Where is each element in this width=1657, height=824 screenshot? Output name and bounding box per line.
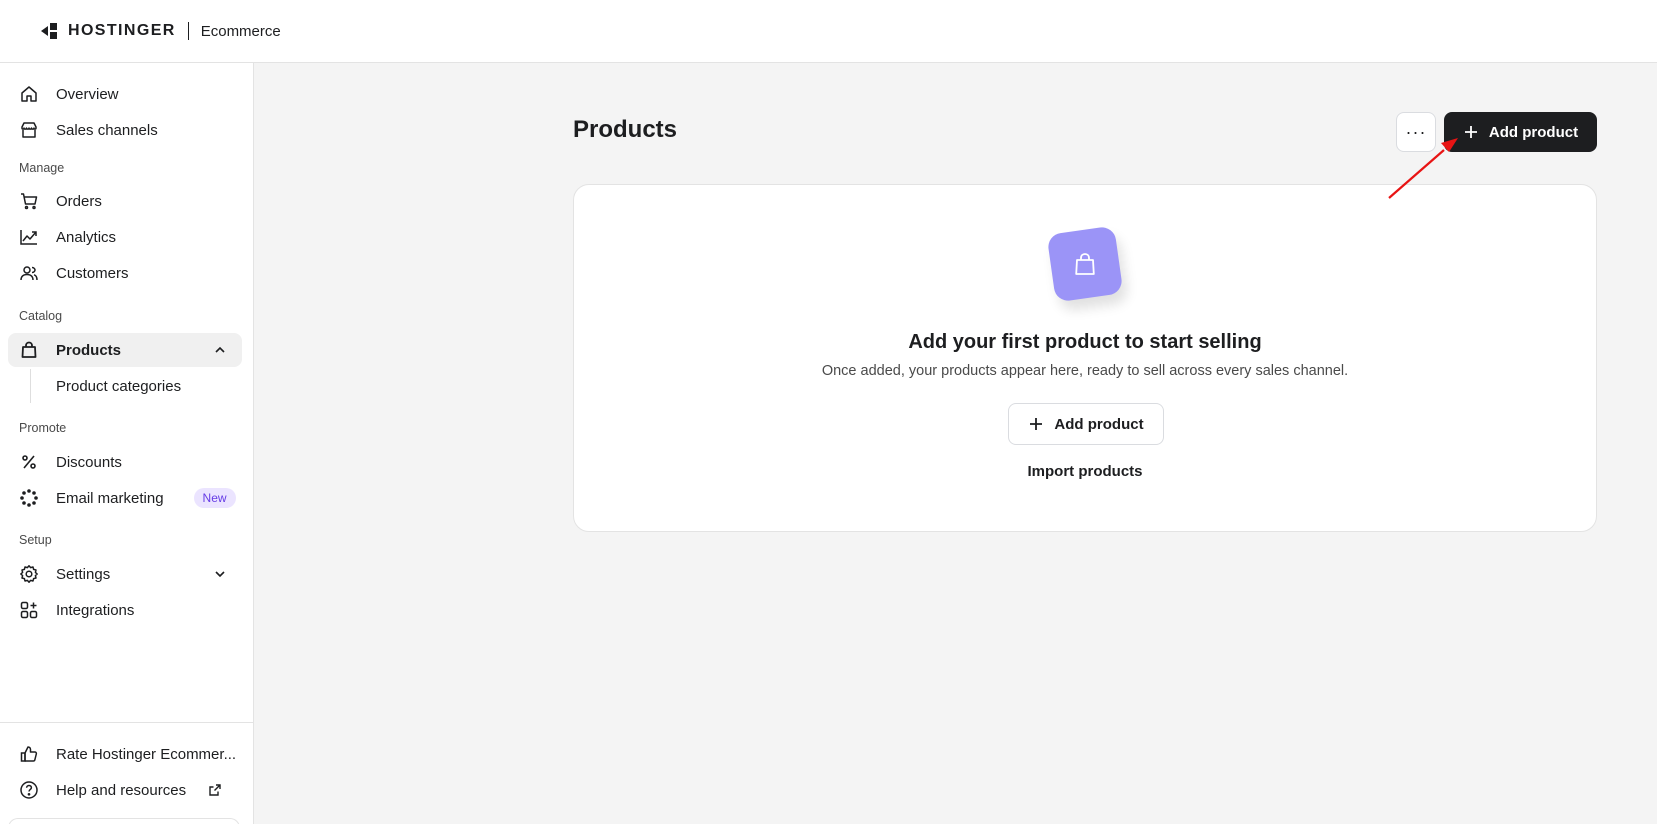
sidebar-item-sales-channels[interactable]: Sales channels [8, 113, 242, 147]
sidebar-divider [0, 722, 254, 723]
add-product-label: Add product [1488, 123, 1579, 141]
sidebar-item-label: Sales channels [56, 121, 158, 139]
empty-add-product-button[interactable]: Add product [1008, 403, 1164, 445]
sidebar-item-label: Email marketing [56, 489, 164, 507]
gear-icon [19, 564, 39, 584]
sparkle-loader-icon [19, 488, 39, 508]
logo[interactable]: HOSTINGER Ecommerce [40, 22, 281, 40]
sidebar-item-label: Analytics [56, 228, 117, 246]
sidebar-item-products[interactable]: Products [8, 333, 242, 367]
empty-state-card: Add your first product to start selling … [573, 184, 1597, 532]
sidebar-item-label: Product categories [56, 377, 182, 395]
users-icon [19, 263, 39, 283]
empty-state-description: Once added, your products appear here, r… [821, 363, 1349, 379]
section-label-catalog: Catalog [19, 309, 63, 323]
sidebar-item-email-marketing[interactable]: Email marketing New [8, 481, 242, 515]
help-circle-icon [19, 780, 39, 800]
store-icon [19, 120, 39, 140]
section-label-setup: Setup [19, 533, 52, 547]
shopping-bag-icon [19, 340, 39, 360]
sidebar-item-overview[interactable]: Overview [8, 77, 242, 111]
sidebar-item-label: Integrations [56, 601, 135, 619]
add-product-button[interactable]: Add product [1444, 112, 1597, 152]
external-link-icon [209, 784, 221, 796]
section-label-promote: Promote [19, 421, 67, 435]
section-label-manage: Manage [19, 161, 65, 175]
sidebar-item-label: Help and resources [56, 781, 187, 799]
add-product-label: Add product [1054, 415, 1144, 433]
sidebar-item-label: Customers [56, 264, 129, 282]
account-card[interactable] [8, 818, 240, 824]
sidebar: Overview Sales channels Manage Orders An… [0, 63, 254, 824]
empty-state-illustration [1046, 225, 1124, 303]
sidebar-item-orders[interactable]: Orders [8, 184, 242, 218]
import-products-link[interactable]: Import products [574, 463, 1596, 480]
cart-icon [19, 191, 39, 211]
top-bar: HOSTINGER Ecommerce [0, 0, 1657, 63]
integrations-grid-icon [19, 600, 39, 620]
sidebar-item-settings[interactable]: Settings [8, 557, 242, 591]
percent-icon [19, 452, 39, 472]
brand-name: HOSTINGER [68, 22, 176, 39]
chevron-up-icon[interactable] [212, 342, 228, 358]
page-title: Products [573, 116, 678, 143]
sidebar-item-rate[interactable]: Rate Hostinger Ecommer... [8, 737, 242, 771]
plus-icon [1030, 418, 1043, 430]
sidebar-item-label: Products [56, 341, 122, 359]
home-icon [19, 84, 39, 104]
trend-icon [19, 227, 39, 247]
sidebar-item-label: Overview [56, 85, 119, 103]
brand-divider [187, 22, 189, 40]
sidebar-item-label: Discounts [56, 453, 122, 471]
empty-state-title: Add your first product to start selling [908, 331, 1262, 353]
chevron-down-icon[interactable] [212, 566, 228, 582]
more-options-button[interactable]: ··· [1396, 112, 1436, 152]
sidebar-item-analytics[interactable]: Analytics [8, 220, 242, 254]
sidebar-item-help[interactable]: Help and resources [8, 773, 242, 807]
shopping-bag-icon [1075, 253, 1095, 275]
sidebar-item-label: Rate Hostinger Ecommer... [56, 745, 237, 763]
plus-icon [1464, 126, 1477, 138]
hostinger-logo-icon [41, 23, 57, 39]
thumbs-up-icon [19, 744, 39, 764]
new-badge: New [193, 488, 236, 508]
sidebar-item-customers[interactable]: Customers [8, 256, 242, 290]
sidebar-item-discounts[interactable]: Discounts [8, 445, 242, 479]
sidebar-item-integrations[interactable]: Integrations [8, 593, 242, 627]
product-name: Ecommerce [200, 22, 281, 40]
sidebar-item-label: Orders [56, 192, 102, 210]
sidebar-item-product-categories[interactable]: Product categories [30, 369, 242, 403]
sidebar-item-label: Settings [56, 565, 111, 583]
